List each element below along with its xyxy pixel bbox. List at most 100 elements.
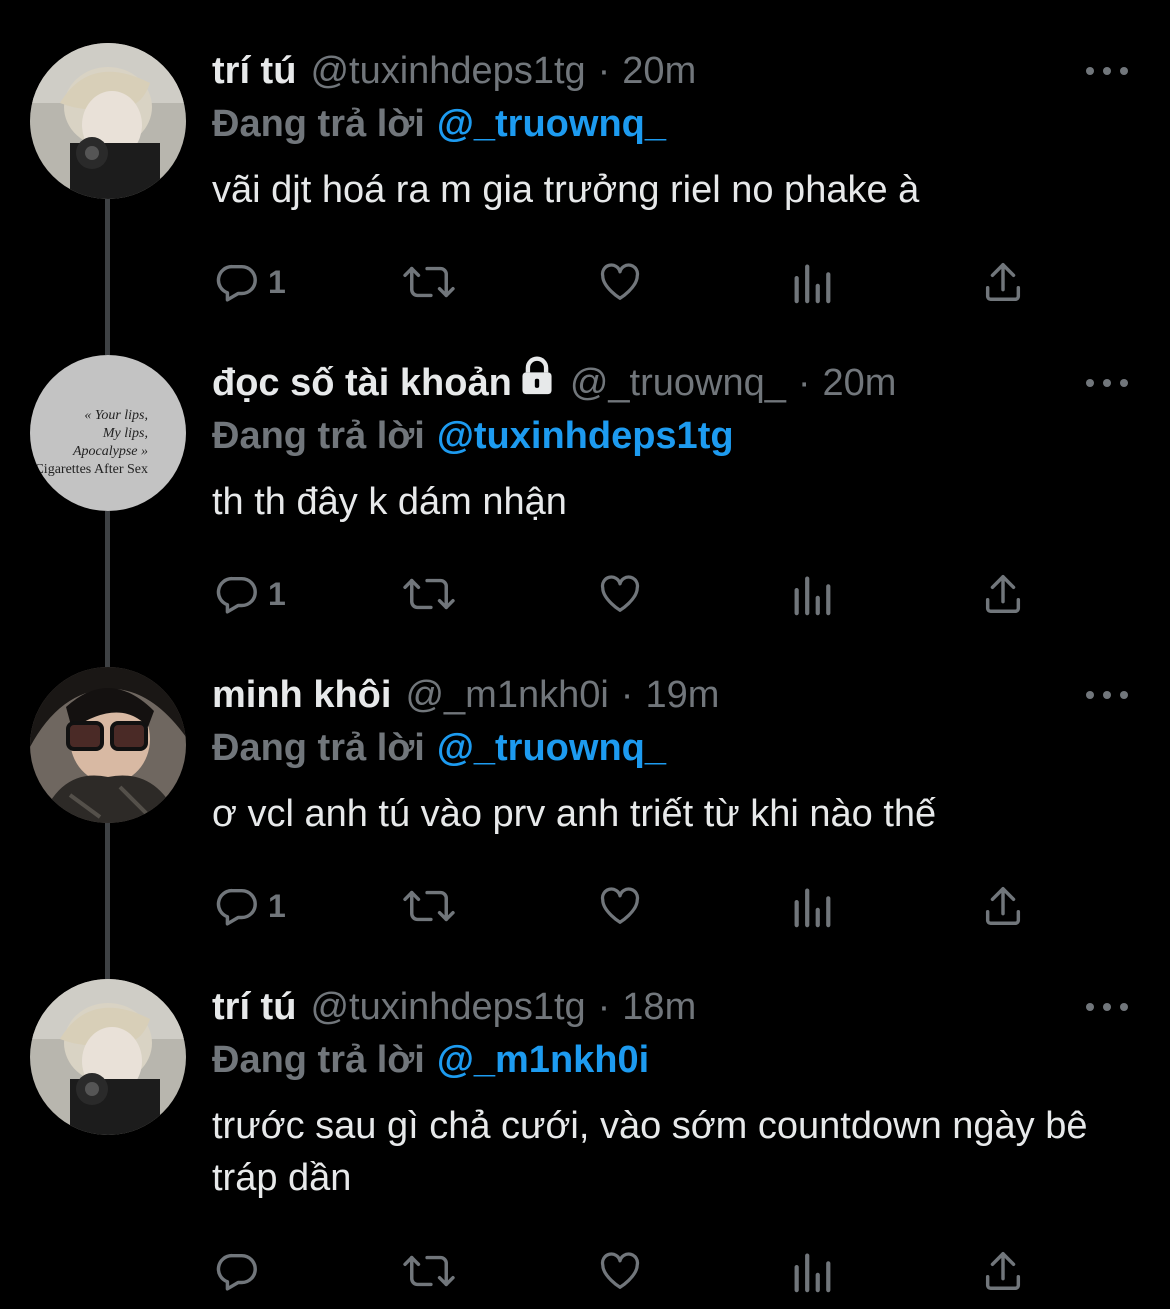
reply-icon [216,264,257,302]
share-icon [985,263,1021,301]
tweet-text: vãi djt hoá ra m gia trưởng riel no phak… [212,169,920,211]
share-icon [985,1252,1021,1290]
separator-dot: · [597,50,611,92]
share-icon [985,887,1021,925]
reply-icon [216,888,257,926]
timestamp[interactable]: 20m [622,44,696,98]
analytics-icon [794,576,831,616]
display-name[interactable]: minh khôi [212,668,391,722]
tweet-header: trí tú @tuxinhdeps1tg · 18m [212,980,696,1034]
retweet-button[interactable] [402,564,456,624]
tweet[interactable]: trí tú @tuxinhdeps1tg · 20m Đang trả lời… [0,0,1170,312]
reply-button[interactable]: 1 [214,252,286,312]
like-button[interactable] [596,564,644,624]
replying-to-label: Đang trả lời [212,103,425,145]
thread-connector-line [105,936,110,979]
tweet-header: minh khôi @_m1nkh0i · 19m [212,668,719,722]
tweet-actions: 1 [0,564,1170,624]
analytics-button[interactable] [792,252,832,312]
user-handle[interactable]: @tuxinhdeps1tg [310,980,585,1034]
like-button[interactable] [596,876,644,936]
reply-button[interactable] [214,1241,268,1301]
share-button[interactable] [980,1241,1026,1301]
avatar[interactable] [30,43,186,199]
more-options-icon[interactable] [1086,680,1128,710]
timestamp[interactable]: 18m [622,980,696,1034]
tweet-header: trí tú @tuxinhdeps1tg · 20m [212,44,696,98]
share-button[interactable] [980,876,1026,936]
display-name[interactable]: trí tú [212,44,296,98]
like-button[interactable] [596,1241,644,1301]
tweet-text: th th đây k dám nhận [212,481,567,523]
retweet-button[interactable] [402,1241,456,1301]
more-options-icon[interactable] [1086,992,1128,1022]
retweet-icon [403,266,455,298]
more-options-icon[interactable] [1086,368,1128,398]
album-text-line: Cigarettes After Sex [34,462,148,477]
tweet-actions [0,1241,1170,1301]
retweet-button[interactable] [402,252,456,312]
analytics-button[interactable] [792,564,832,624]
replying-to: Đang trả lời @_truownq_ [212,721,666,775]
tweet-actions: 1 [0,252,1170,312]
analytics-icon [794,1253,831,1293]
replying-to-label: Đang trả lời [212,1039,425,1081]
tweet-thread: trí tú @tuxinhdeps1tg · 20m Đang trả lời… [0,0,1170,1309]
reply-button[interactable]: 1 [214,564,286,624]
reply-icon [216,1253,257,1291]
like-button[interactable] [596,252,644,312]
tweet[interactable]: « Your lips, My lips, Apocalypse » Cigar… [0,312,1170,624]
display-name[interactable]: trí tú [212,980,296,1034]
display-name[interactable]: đọc số tài khoản [212,356,512,410]
share-icon [985,575,1021,613]
album-text-line: Apocalypse » [72,444,148,459]
avatar[interactable] [30,979,186,1135]
reply-count: 1 [268,887,286,924]
share-button[interactable] [980,252,1026,312]
separator-dot: · [620,674,634,716]
share-button[interactable] [980,564,1026,624]
tweet-header: đọc số tài khoản @_truownq_ · 20m [212,356,896,410]
replying-to-label: Đang trả lời [212,415,425,457]
avatar[interactable] [30,667,186,823]
retweet-icon [403,578,455,610]
analytics-icon [794,264,831,304]
tweet-text: ơ vcl anh tú vào prv anh triết từ khi nà… [212,793,937,835]
timestamp[interactable]: 19m [645,668,719,722]
replying-to: Đang trả lời @tuxinhdeps1tg [212,409,734,463]
replying-to-mention[interactable]: @_m1nkh0i [437,1039,649,1081]
user-handle[interactable]: @tuxinhdeps1tg [310,44,585,98]
analytics-button[interactable] [792,1241,832,1301]
avatar[interactable]: « Your lips, My lips, Apocalypse » Cigar… [30,355,186,511]
replying-to-label: Đang trả lời [212,727,425,769]
album-text-line: My lips, [102,426,148,441]
analytics-button[interactable] [792,876,832,936]
thread-connector-line [105,312,110,355]
user-handle[interactable]: @_truownq_ [570,356,786,410]
analytics-icon [794,888,831,928]
replying-to: Đang trả lời @_truownq_ [212,97,666,151]
replying-to-mention[interactable]: @_truownq_ [437,103,666,145]
reply-icon [216,576,257,614]
album-text-line: « Your lips, [84,408,148,423]
heart-icon [600,575,640,612]
retweet-button[interactable] [402,876,456,936]
lock-icon [518,356,556,411]
retweet-icon [403,1255,455,1287]
replying-to: Đang trả lời @_m1nkh0i [212,1033,649,1087]
thread-connector-line [105,624,110,667]
heart-icon [600,263,640,300]
tweet[interactable]: minh khôi @_m1nkh0i · 19m Đang trả lời @_… [0,624,1170,936]
more-options-icon[interactable] [1086,56,1128,86]
replying-to-mention[interactable]: @_truownq_ [437,727,666,769]
tweet-actions: 1 [0,876,1170,936]
reply-count: 1 [268,575,286,612]
heart-icon [600,887,640,924]
tweet[interactable]: trí tú @tuxinhdeps1tg · 18m Đang trả lời… [0,936,1170,1309]
reply-count: 1 [268,263,286,300]
reply-button[interactable]: 1 [214,876,286,936]
user-handle[interactable]: @_m1nkh0i [405,668,608,722]
timestamp[interactable]: 20m [823,356,897,410]
separator-dot: · [597,986,611,1028]
replying-to-mention[interactable]: @tuxinhdeps1tg [437,415,734,457]
